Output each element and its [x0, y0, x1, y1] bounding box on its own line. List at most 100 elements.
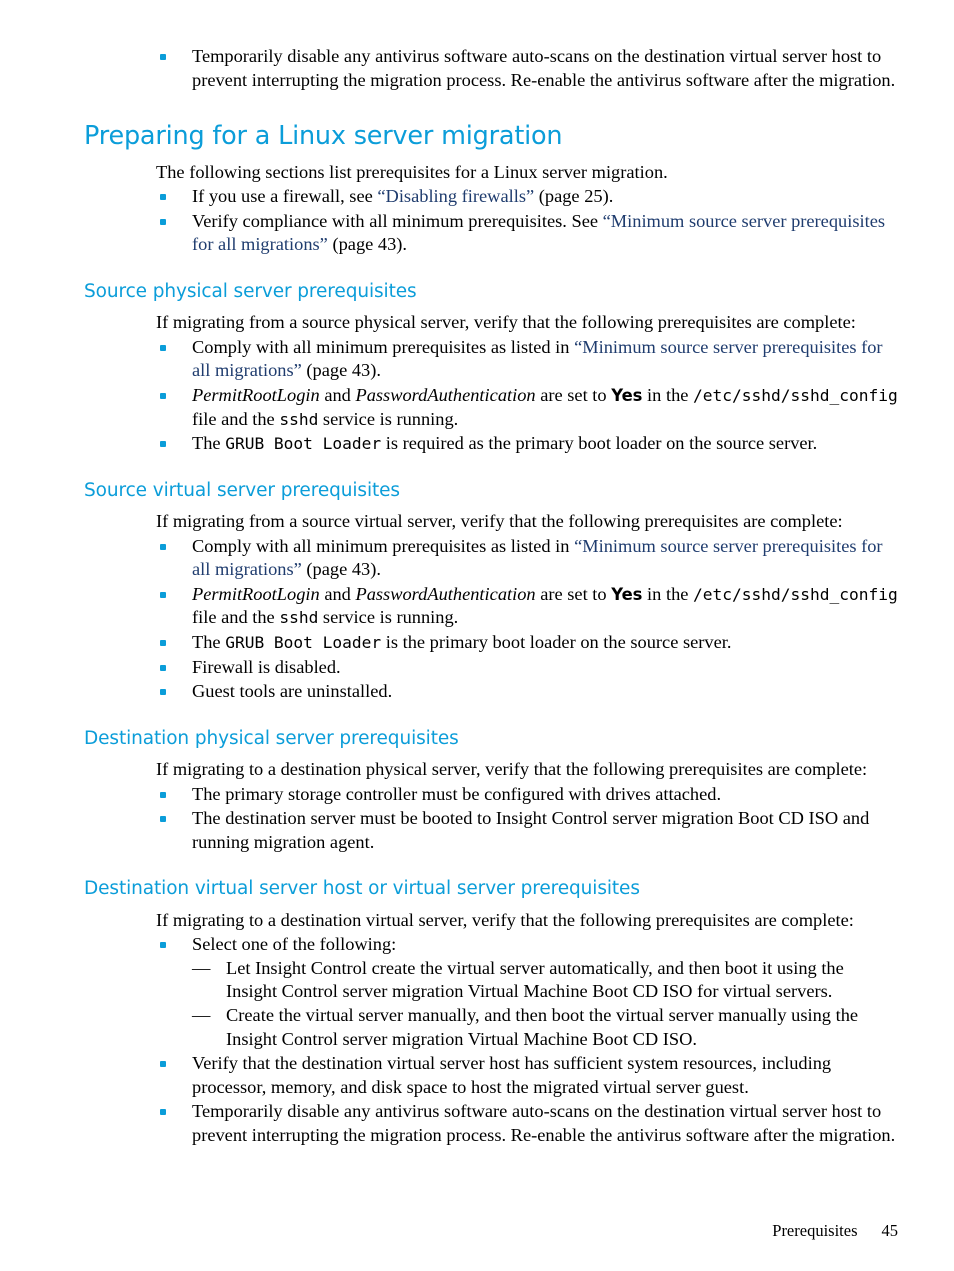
- text-run: service is running.: [318, 408, 459, 429]
- list-item: The GRUB Boot Loader is required as the …: [84, 432, 898, 456]
- config-directive-passwordauthentication: PasswordAuthentication: [355, 384, 536, 405]
- footer-page-number: 45: [881, 1221, 899, 1240]
- bullet-icon: [160, 689, 166, 696]
- source-physical-bullet-list: Comply with all minimum prerequisites as…: [84, 336, 898, 456]
- bullet-icon: [160, 639, 166, 646]
- bullet-icon: [160, 816, 166, 823]
- source-virtual-bullet-list: Comply with all minimum prerequisites as…: [84, 535, 898, 704]
- bullet-icon: [160, 664, 166, 671]
- list-item-text-post: (page 43).: [301, 360, 381, 381]
- list-item: Temporarily disable any antivirus softwa…: [84, 45, 898, 92]
- boot-loader-name-grub: GRUB Boot Loader: [225, 434, 382, 454]
- destination-physical-bullet-list: The primary storage controller must be c…: [84, 783, 898, 855]
- list-item: PermitRootLogin and PasswordAuthenticati…: [84, 384, 898, 431]
- list-item-text-post: (page 25).: [534, 186, 614, 207]
- dash-marker-icon: —: [192, 1005, 211, 1025]
- file-path-sshd-config: /etc/sshd/sshd_config: [693, 385, 898, 405]
- dash-marker-icon: —: [192, 957, 211, 978]
- list-item: Select one of the following: — Let Insig…: [84, 933, 898, 1051]
- list-item-text: Verify that the destination virtual serv…: [192, 1053, 832, 1097]
- list-item-text: Firewall is disabled.: [192, 656, 341, 677]
- linux-bullet-list: If you use a firewall, see “Disabling fi…: [84, 185, 898, 257]
- list-item: PermitRootLogin and PasswordAuthenticati…: [84, 583, 898, 630]
- list-item-text: Select one of the following:: [192, 934, 397, 955]
- bullet-icon: [160, 543, 166, 550]
- footer-section-label: Prerequisites: [772, 1221, 858, 1240]
- list-item-text-pre: Comply with all minimum prerequisites as…: [192, 535, 575, 556]
- sub-list-item: — Let Insight Control create the virtual…: [192, 957, 898, 1004]
- list-item-text-post: (page 43).: [327, 234, 408, 255]
- document-page: Temporarily disable any antivirus softwa…: [0, 0, 954, 1271]
- list-item: Temporarily disable any antivirus softwa…: [84, 1100, 898, 1147]
- bullet-icon: [160, 344, 166, 351]
- bullet-icon: [160, 942, 166, 949]
- list-item-text-post: (page 43).: [301, 559, 381, 580]
- list-item-text: The primary storage controller must be c…: [192, 783, 722, 804]
- section-intro-source-physical: If migrating from a source physical serv…: [156, 312, 856, 333]
- sub-list-item-text: Let Insight Control create the virtual s…: [226, 957, 844, 1002]
- text-run: file and the: [192, 408, 280, 429]
- service-name-sshd: sshd: [279, 608, 319, 628]
- section-heading-source-physical: Source physical server prerequisites: [84, 280, 417, 302]
- text-run: file and the: [192, 607, 280, 628]
- sub-list-item-text: Create the virtual server manually, and …: [226, 1005, 859, 1049]
- text-run: and: [319, 384, 356, 405]
- bullet-icon: [160, 218, 166, 225]
- carryover-bullet-list: Temporarily disable any antivirus softwa…: [84, 45, 898, 92]
- boot-loader-name-grub: GRUB Boot Loader: [225, 632, 382, 652]
- list-item: Verify that the destination virtual serv…: [84, 1052, 898, 1099]
- sub-list-item: — Create the virtual server manually, an…: [192, 1004, 898, 1051]
- file-path-sshd-config: /etc/sshd/sshd_config: [693, 584, 898, 604]
- list-item: Comply with all minimum prerequisites as…: [84, 535, 898, 582]
- config-directive-passwordauthentication: PasswordAuthentication: [355, 583, 536, 604]
- destination-virtual-sub-list: — Let Insight Control create the virtual…: [192, 957, 898, 1051]
- list-item-text-pre: If you use a firewall, see: [192, 186, 378, 207]
- text-run: and: [319, 583, 356, 604]
- bullet-icon: [160, 392, 166, 399]
- section-heading-linux-migration: Preparing for a Linux server migration: [84, 121, 563, 152]
- section-intro-destination-virtual: If migrating to a destination virtual se…: [156, 909, 854, 930]
- config-value-yes: Yes: [611, 385, 643, 405]
- section-intro-destination-physical: If migrating to a destination physical s…: [156, 758, 868, 779]
- cross-reference-link[interactable]: “Disabling firewalls”: [377, 186, 534, 206]
- text-run: are set to: [535, 384, 612, 405]
- bullet-icon: [160, 1109, 166, 1116]
- bullet-icon: [160, 54, 166, 60]
- list-item: The primary storage controller must be c…: [84, 783, 898, 807]
- list-item-text: Guest tools are uninstalled.: [192, 681, 393, 702]
- section-heading-source-virtual: Source virtual server prerequisites: [84, 479, 400, 501]
- section-intro-source-virtual: If migrating from a source virtual serve…: [156, 510, 843, 531]
- list-item-text: Temporarily disable any antivirus softwa…: [192, 46, 896, 90]
- list-item-text-pre: Verify compliance with all minimum prere…: [192, 210, 603, 231]
- config-directive-permitrootlogin: PermitRootLogin: [192, 583, 320, 604]
- destination-virtual-bullet-list: Select one of the following: — Let Insig…: [84, 933, 898, 1147]
- text-run: service is running.: [318, 607, 459, 628]
- config-value-yes: Yes: [611, 584, 643, 604]
- text-run: The: [192, 433, 226, 454]
- bullet-icon: [160, 194, 166, 201]
- list-item: Guest tools are uninstalled.: [84, 680, 898, 704]
- list-item: The GRUB Boot Loader is the primary boot…: [84, 631, 898, 655]
- config-directive-permitrootlogin: PermitRootLogin: [192, 384, 320, 405]
- text-run: are set to: [535, 583, 612, 604]
- text-run: in the: [642, 583, 694, 604]
- list-item: If you use a firewall, see “Disabling fi…: [84, 185, 898, 209]
- bullet-icon: [160, 591, 166, 598]
- service-name-sshd: sshd: [279, 409, 319, 429]
- list-item: Verify compliance with all minimum prere…: [84, 210, 898, 257]
- list-item: Firewall is disabled.: [84, 656, 898, 680]
- section-heading-destination-physical: Destination physical server prerequisite…: [84, 727, 459, 749]
- list-item: Comply with all minimum prerequisites as…: [84, 336, 898, 383]
- list-item-text: The destination server must be booted to…: [192, 808, 870, 852]
- page-content: Temporarily disable any antivirus softwa…: [84, 44, 898, 1149]
- list-item-text: Temporarily disable any antivirus softwa…: [192, 1101, 896, 1145]
- text-run: is the primary boot loader on the source…: [381, 631, 732, 652]
- text-run: is required as the primary boot loader o…: [381, 433, 818, 454]
- section-heading-destination-virtual: Destination virtual server host or virtu…: [84, 878, 640, 900]
- text-run: in the: [642, 384, 694, 405]
- list-item-text-pre: Comply with all minimum prerequisites as…: [192, 336, 575, 357]
- page-footer: Prerequisites 45: [0, 1221, 898, 1241]
- section-intro-linux: The following sections list prerequisite…: [156, 161, 668, 182]
- bullet-icon: [160, 1061, 166, 1068]
- bullet-icon: [160, 791, 166, 798]
